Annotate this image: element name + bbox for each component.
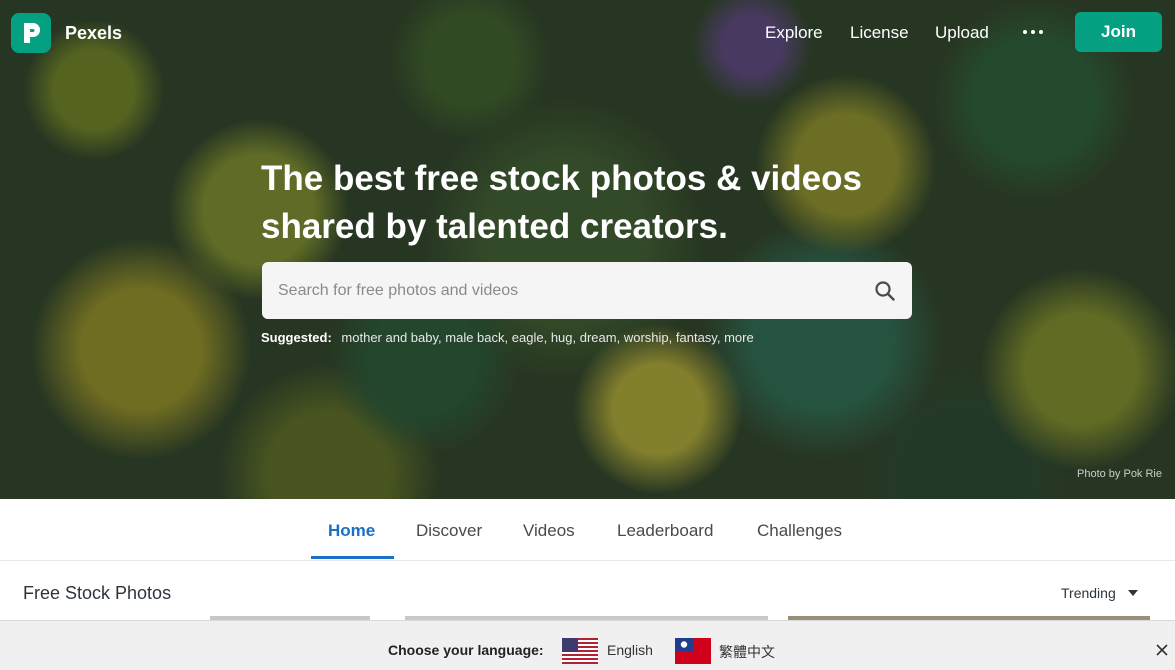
language-option-traditional-chinese[interactable]: 繁體中文	[719, 642, 775, 662]
pexels-logo-icon[interactable]	[11, 13, 51, 53]
search-input[interactable]	[278, 262, 858, 319]
headline-line-2: shared by talented creators.	[261, 207, 728, 246]
language-label: Choose your language:	[388, 642, 544, 658]
nav-upload[interactable]: Upload	[935, 23, 989, 43]
search-box[interactable]	[262, 262, 912, 319]
taiwan-flag-icon[interactable]	[675, 638, 711, 664]
brand-name[interactable]: Pexels	[65, 23, 122, 44]
search-icon[interactable]	[874, 280, 896, 302]
suggested-more-link[interactable]: more	[724, 330, 754, 345]
photo-credit[interactable]: Photo by Pok Rie	[1077, 468, 1162, 480]
tab-videos[interactable]: Videos	[523, 521, 575, 541]
join-button[interactable]: Join	[1075, 12, 1162, 52]
nav-explore[interactable]: Explore	[765, 23, 823, 43]
suggested-tag[interactable]: fantasy,	[676, 330, 721, 345]
us-flag-icon[interactable]	[562, 638, 598, 664]
section-title: Free Stock Photos	[23, 583, 172, 603]
suggested-tag[interactable]: worship,	[624, 330, 672, 345]
close-icon[interactable]	[1156, 643, 1168, 656]
headline-line-1: The best free stock photos & videos	[261, 159, 862, 198]
sort-dropdown[interactable]: Trending	[1061, 585, 1116, 601]
active-tab-indicator	[311, 556, 394, 559]
tab-leaderboard[interactable]: Leaderboard	[617, 521, 713, 541]
suggested-label: Suggested:	[261, 330, 332, 345]
suggested-tag[interactable]: dream,	[580, 330, 620, 345]
nav-license[interactable]: License	[850, 23, 909, 43]
tab-challenges[interactable]: Challenges	[757, 521, 842, 541]
chevron-down-icon[interactable]	[1128, 590, 1138, 596]
suggested-tag[interactable]: hug,	[551, 330, 576, 345]
language-option-english[interactable]: English	[607, 642, 653, 658]
main-tabs: Home Discover Videos Leaderboard Challen…	[0, 499, 1175, 561]
hero-headline: The best free stock photos & videos shar…	[261, 155, 921, 251]
suggested-searches: Suggested: mother and baby, male back, e…	[261, 330, 754, 345]
suggested-tag[interactable]: eagle,	[512, 330, 547, 345]
tab-home[interactable]: Home	[328, 521, 375, 541]
suggested-tag[interactable]: male back,	[445, 330, 508, 345]
language-bar: Choose your language: English 繁體中文	[0, 620, 1175, 670]
suggested-tag[interactable]: mother and baby,	[341, 330, 441, 345]
tab-discover[interactable]: Discover	[416, 521, 482, 541]
ellipsis-icon[interactable]	[1022, 25, 1044, 39]
